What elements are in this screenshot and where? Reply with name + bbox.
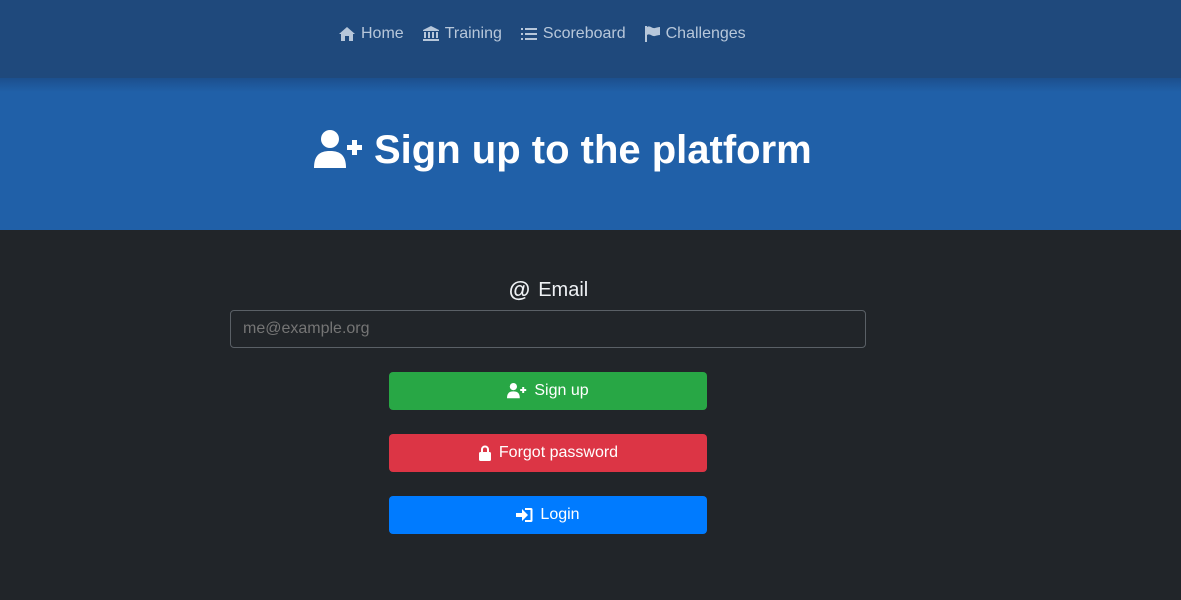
email-label-text: Email: [538, 278, 589, 301]
sign-in-icon: [516, 508, 533, 522]
nav-list: Home Training Scoreboard Challenges: [338, 23, 764, 45]
list-icon: [520, 28, 537, 40]
page-title-text: Sign up to the platform: [374, 127, 812, 172]
email-field[interactable]: [230, 310, 866, 348]
user-plus-icon: [314, 130, 362, 168]
bank-icon: [422, 26, 439, 41]
login-button[interactable]: Login: [389, 496, 707, 534]
navbar: Home Training Scoreboard Challenges: [0, 0, 1181, 78]
signup-button-label: Sign up: [534, 382, 589, 399]
nav-item-label: Training: [444, 25, 502, 42]
nav-item-training[interactable]: Training: [422, 23, 502, 45]
nav-item-scoreboard[interactable]: Scoreboard: [520, 23, 626, 45]
home-icon: [339, 27, 355, 41]
email-label: @ Email: [0, 277, 1097, 303]
nav-item-label: Scoreboard: [542, 25, 626, 42]
forgot-password-button[interactable]: Forgot password: [389, 434, 707, 472]
forgot-password-label: Forgot password: [498, 444, 619, 461]
login-button-label: Login: [540, 506, 580, 523]
nav-item-challenges[interactable]: Challenges: [644, 23, 746, 45]
nav-item-home[interactable]: Home: [338, 23, 404, 45]
user-plus-icon: [507, 383, 527, 399]
nav-item-label: Home: [361, 25, 404, 42]
signup-button[interactable]: Sign up: [389, 372, 707, 410]
lock-icon: [478, 445, 491, 461]
at-icon: @: [508, 277, 531, 302]
flag-icon: [644, 26, 660, 42]
nav-item-label: Challenges: [665, 25, 746, 42]
page-title: Sign up to the platform: [314, 126, 812, 174]
